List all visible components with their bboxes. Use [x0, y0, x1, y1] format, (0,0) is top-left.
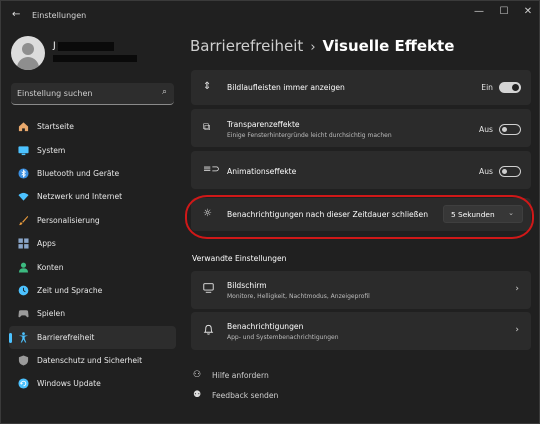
transparency-toggle[interactable]: [499, 124, 521, 135]
setting-title: Bildschirm: [227, 281, 267, 290]
globe-clock-icon: [17, 284, 29, 296]
setting-subtitle: App- und Systembenachrichtigungen: [227, 334, 339, 341]
sidebar-item-gaming[interactable]: Spielen: [9, 302, 176, 325]
close-icon[interactable]: ✕: [520, 6, 536, 17]
person-icon: [17, 261, 29, 273]
toggle-state: Aus: [479, 167, 493, 176]
help-link[interactable]: ⚇ Hilfe anfordern: [193, 370, 269, 380]
related-notifications[interactable]: Benachrichtigungen App- und Systembenach…: [191, 312, 531, 350]
breadcrumb: Barrierefreiheit › Visuelle Effekte: [190, 37, 454, 55]
gamepad-icon: [17, 308, 29, 320]
sidebar-item-personalization[interactable]: Personalisierung: [9, 209, 176, 232]
window-title: Einstellungen: [32, 11, 87, 20]
breadcrumb-separator: ›: [310, 40, 316, 55]
sidebar-item-label: System: [37, 145, 66, 155]
sidebar-item-startseite[interactable]: Startseite: [9, 115, 176, 138]
setting-subtitle: Monitore, Helligkeit, Nachtmodus, Anzeig…: [227, 293, 370, 300]
sidebar-item-label: Windows Update: [37, 379, 101, 389]
search-box[interactable]: ⌕: [11, 83, 174, 105]
setting-title: Animationseffekte: [227, 167, 297, 176]
sidebar-item-label: Konten: [37, 262, 64, 272]
home-icon: [17, 121, 29, 133]
setting-animation[interactable]: ≡⊃ Animationseffekte Aus: [191, 151, 531, 189]
sidebar-item-apps[interactable]: Apps: [9, 232, 176, 255]
monitor-icon: [17, 144, 29, 156]
sidebar-item-privacy[interactable]: Datenschutz und Sicherheit: [9, 349, 176, 372]
redacted-email: [53, 55, 137, 62]
minimize-icon[interactable]: —: [471, 6, 487, 17]
settings-window: ← Einstellungen — ☐ ✕ J ⌕ Startseite Sys…: [0, 0, 540, 424]
accessibility-icon: [17, 331, 29, 343]
avatar[interactable]: [11, 36, 45, 70]
scrollbars-toggle[interactable]: [499, 82, 521, 93]
setting-transparency[interactable]: ⧉ Transparenzeffekte Einige Fensterhinte…: [191, 109, 531, 147]
sidebar-item-bluetooth[interactable]: Bluetooth und Geräte: [9, 162, 176, 185]
toggle-state: Aus: [479, 125, 493, 134]
title-bar: ← Einstellungen — ☐ ✕: [1, 1, 540, 31]
back-arrow-icon[interactable]: ←: [12, 9, 20, 20]
sidebar-item-windows-update[interactable]: Windows Update: [9, 372, 176, 395]
sidebar-item-label: Netzwerk und Internet: [37, 192, 123, 202]
feedback-icon: ⚉: [193, 390, 202, 400]
sidebar-item-label: Barrierefreiheit: [37, 332, 95, 342]
red-highlight-annotation: [185, 195, 534, 239]
user-name: J: [53, 41, 114, 51]
search-input[interactable]: [11, 83, 151, 103]
avatar-body: [17, 57, 39, 70]
redacted-name: [57, 41, 114, 51]
avatar-head: [22, 43, 34, 55]
wifi-icon: [17, 191, 29, 203]
apps-icon: [17, 238, 29, 250]
sidebar-item-time-language[interactable]: Zeit und Sprache: [9, 279, 176, 302]
help-link-label: Hilfe anfordern: [212, 370, 269, 380]
animation-icon: ≡⊃: [203, 164, 220, 175]
sidebar-item-label: Bluetooth und Geräte: [37, 168, 120, 178]
sidebar-item-accessibility[interactable]: Barrierefreiheit: [9, 325, 176, 349]
animation-toggle[interactable]: [499, 166, 521, 177]
scrollbar-icon: ⇕: [203, 81, 212, 92]
sidebar-item-system[interactable]: System: [9, 138, 176, 161]
page-title: Visuelle Effekte: [322, 37, 455, 55]
transparency-icon: ⧉: [203, 122, 211, 133]
sidebar-item-label: Startseite: [37, 122, 74, 132]
user-name-initial: J: [53, 41, 56, 51]
feedback-link[interactable]: ⚉ Feedback senden: [193, 390, 278, 400]
search-icon[interactable]: ⌕: [162, 87, 167, 97]
setting-title: Benachrichtigungen: [227, 322, 304, 331]
sidebar-item-label: Apps: [37, 239, 56, 249]
shield-icon: [17, 355, 29, 367]
setting-subtitle: Einige Fensterhintergründe leicht durchs…: [227, 132, 392, 139]
setting-title: Bildlaufleisten immer anzeigen: [227, 83, 345, 92]
feedback-link-label: Feedback senden: [212, 390, 279, 400]
toggle-state: Ein: [481, 83, 493, 92]
related-display[interactable]: Bildschirm Monitore, Helligkeit, Nachtmo…: [191, 271, 531, 309]
setting-title: Transparenzeffekte: [227, 120, 300, 129]
setting-scrollbars[interactable]: ⇕ Bildlaufleisten immer anzeigen Ein: [191, 70, 531, 105]
maximize-icon[interactable]: ☐: [496, 6, 512, 17]
sidebar-nav: Startseite System Bluetooth und Geräte N…: [9, 115, 176, 396]
sidebar-item-accounts[interactable]: Konten: [9, 255, 176, 278]
chevron-right-icon: ›: [515, 284, 519, 294]
help-icon: ⚇: [193, 370, 202, 380]
breadcrumb-parent[interactable]: Barrierefreiheit: [190, 37, 303, 55]
chevron-right-icon: ›: [515, 325, 519, 335]
sidebar-item-label: Spielen: [37, 309, 66, 319]
bell-icon: [203, 324, 214, 338]
brush-icon: [17, 214, 29, 226]
sidebar-item-network[interactable]: Netzwerk und Internet: [9, 185, 176, 208]
sidebar-item-label: Zeit und Sprache: [37, 285, 103, 295]
sidebar-item-label: Personalisierung: [37, 215, 100, 225]
display-icon: [203, 283, 214, 296]
sidebar-item-label: Datenschutz und Sicherheit: [37, 356, 143, 366]
update-icon: [17, 378, 29, 390]
related-settings-title: Verwandte Einstellungen: [192, 254, 287, 263]
bluetooth-icon: [17, 167, 29, 179]
